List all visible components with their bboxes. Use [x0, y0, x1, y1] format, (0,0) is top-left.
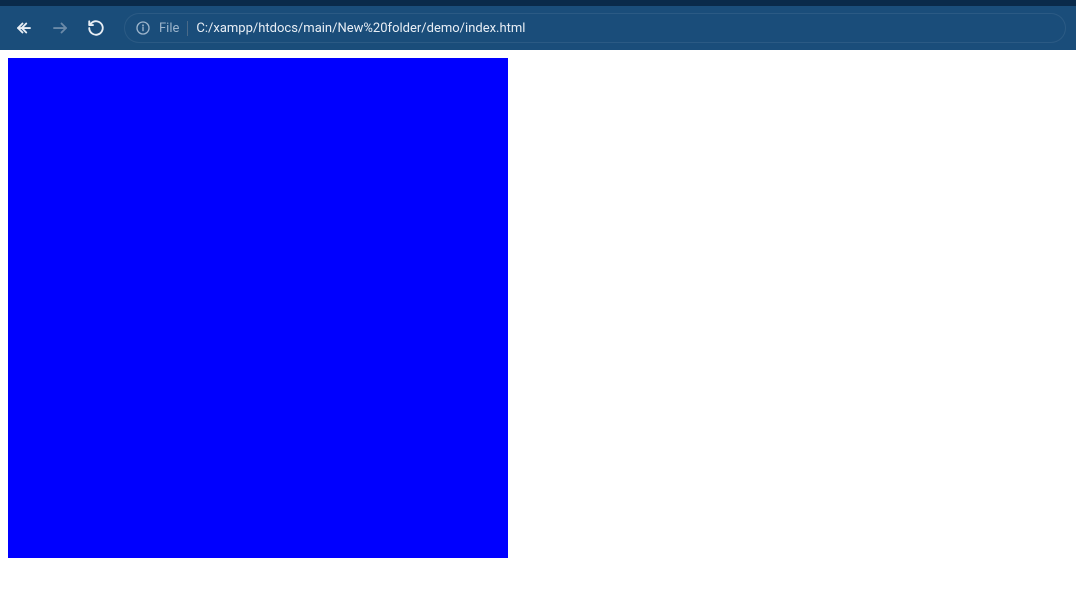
browser-toolbar: File C:/xampp/htdocs/main/New%20folder/d…	[0, 6, 1076, 50]
back-button[interactable]	[10, 14, 38, 42]
url-text: C:/xampp/htdocs/main/New%20folder/demo/i…	[196, 21, 525, 36]
site-info-icon[interactable]	[135, 20, 151, 36]
reload-button[interactable]	[82, 14, 110, 42]
blue-square	[8, 58, 508, 558]
address-bar[interactable]: File C:/xampp/htdocs/main/New%20folder/d…	[124, 13, 1066, 43]
forward-button[interactable]	[46, 14, 74, 42]
url-scheme-label: File	[159, 21, 188, 36]
page-content	[0, 50, 1076, 566]
